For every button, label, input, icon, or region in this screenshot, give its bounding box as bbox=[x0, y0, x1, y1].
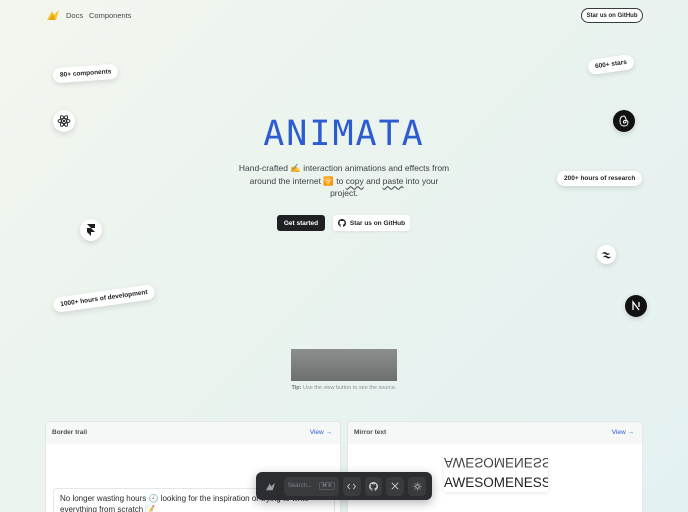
animata-logo-icon[interactable] bbox=[46, 9, 60, 21]
research-hours-pill: 200+ hours of research bbox=[557, 171, 643, 186]
components-count-pill: 80+ components bbox=[52, 63, 119, 84]
hero-paste-word: paste bbox=[382, 175, 404, 186]
tip-label: Tip: bbox=[291, 385, 302, 391]
card-header: Mirror text View → bbox=[348, 422, 642, 444]
sun-icon bbox=[413, 481, 422, 491]
hero-copy-word: copy bbox=[345, 175, 364, 186]
mirror-text-word: AWESOMENESS bbox=[444, 475, 548, 490]
card-header: Border trail View → bbox=[46, 422, 340, 444]
top-nav: Docs Components Star us on GitHub bbox=[0, 0, 688, 30]
dock-logo-button[interactable] bbox=[262, 477, 280, 496]
search-shortcut: ⌘ K bbox=[318, 482, 335, 490]
preview-image bbox=[291, 349, 397, 381]
card-title: Mirror text bbox=[354, 429, 387, 436]
tip-body: Use the view button to see the source. bbox=[301, 385, 397, 391]
animata-logo-icon bbox=[266, 482, 276, 490]
framer-icon bbox=[80, 219, 102, 241]
hero-subtitle: Hand-crafted ✍️ interaction animations a… bbox=[236, 162, 452, 200]
x-twitter-icon bbox=[391, 482, 399, 490]
tailwind-icon bbox=[597, 245, 616, 264]
star-github-button[interactable]: Star us on GitHub bbox=[333, 215, 410, 231]
nextjs-icon bbox=[625, 295, 647, 317]
card-view-link[interactable]: View → bbox=[612, 429, 634, 436]
get-started-button[interactable]: Get started bbox=[277, 215, 325, 231]
dock-code-button[interactable] bbox=[342, 476, 361, 496]
mirror-text-reflection: AWESOMENESS bbox=[444, 458, 548, 470]
dock-x-button[interactable] bbox=[386, 476, 405, 496]
github-star-button[interactable]: Star us on GitHub bbox=[581, 8, 643, 23]
dock-search-input[interactable]: Search... ⌘ K bbox=[283, 476, 339, 496]
tip-text: Tip: Use the view button to see the sour… bbox=[0, 385, 688, 391]
code-icon bbox=[347, 483, 357, 489]
github-icon bbox=[337, 219, 346, 227]
github-icon bbox=[368, 481, 378, 491]
star-github-label: Star us on GitHub bbox=[349, 219, 406, 227]
nav-components-link[interactable]: Components bbox=[89, 11, 132, 20]
hero-subtitle-part: and bbox=[363, 175, 383, 186]
stars-count-pill: 600+ stars bbox=[587, 53, 635, 76]
dock-theme-button[interactable] bbox=[408, 476, 427, 496]
development-hours-pill: 1000+ hours of development bbox=[52, 283, 156, 314]
card-title: Border trail bbox=[52, 429, 88, 436]
bottom-dock: Search... ⌘ K bbox=[256, 472, 432, 500]
dock-github-button[interactable] bbox=[364, 476, 383, 496]
mirror-text-demo: AWESOMENESS AWESOMENESS bbox=[444, 458, 548, 492]
card-view-link[interactable]: View → bbox=[310, 429, 332, 436]
nav-docs-link[interactable]: Docs bbox=[66, 11, 83, 20]
hero-title: ANIMATA bbox=[263, 114, 425, 154]
search-placeholder: Search... bbox=[287, 483, 312, 489]
